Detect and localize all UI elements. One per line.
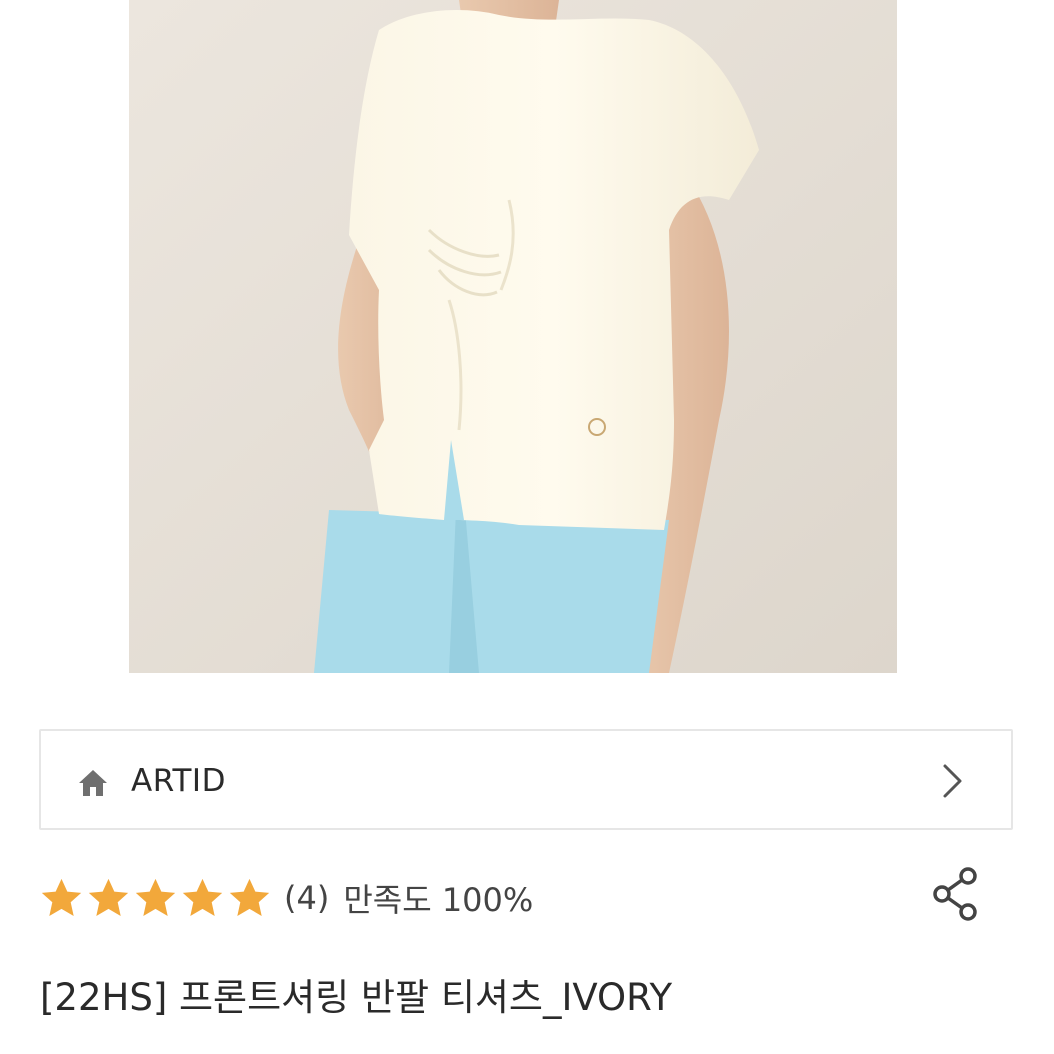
store-name: ARTID bbox=[131, 763, 226, 799]
star-icon bbox=[229, 878, 270, 916]
product-title: [22HS] 프론트셔링 반팔 티셔츠_IVORY bbox=[40, 976, 673, 1019]
product-photo[interactable] bbox=[129, 0, 897, 673]
rating-row: (4) 만족도 100% bbox=[39, 870, 533, 926]
share-icon[interactable] bbox=[930, 866, 982, 922]
star-icon bbox=[41, 878, 82, 916]
star-icon bbox=[182, 878, 223, 916]
store-link-row[interactable]: ARTID bbox=[39, 729, 1013, 830]
star-icon bbox=[135, 878, 176, 916]
star-rating bbox=[39, 876, 272, 921]
review-count[interactable]: (4) bbox=[284, 879, 329, 917]
star-icon bbox=[88, 878, 129, 916]
satisfaction-rate: 만족도 100% bbox=[343, 881, 534, 919]
product-photo-illustration bbox=[129, 0, 897, 673]
home-icon bbox=[79, 770, 107, 796]
chevron-right-icon bbox=[943, 764, 962, 798]
